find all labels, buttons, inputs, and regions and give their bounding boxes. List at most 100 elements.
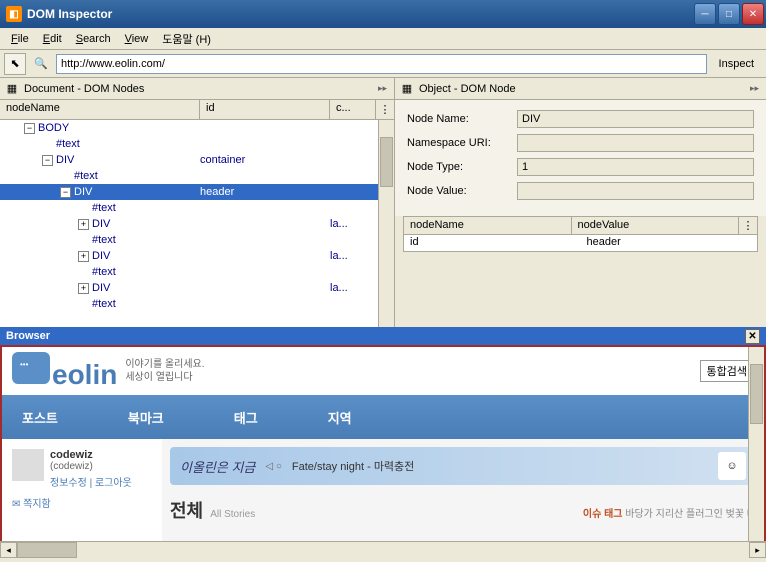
- section-subtitle: All Stories: [210, 509, 255, 520]
- banner-nav-icon[interactable]: ◁ ○: [265, 461, 282, 472]
- pointer-tool-icon[interactable]: ⬉: [4, 53, 26, 75]
- scroll-left-icon[interactable]: ◂: [0, 542, 17, 558]
- tree-node-name: DIV: [74, 186, 92, 198]
- attr-row[interactable]: idheader: [404, 235, 757, 251]
- nav-bookmark[interactable]: 북마크: [118, 408, 174, 427]
- tree-node-name: BODY: [38, 122, 69, 134]
- pane-nav-icon[interactable]: ▸▸: [375, 83, 390, 94]
- close-button[interactable]: ✕: [742, 3, 764, 25]
- tree-expander-icon[interactable]: +: [78, 251, 89, 262]
- node-properties: Node Name:DIV Namespace URI: Node Type:1…: [395, 100, 766, 216]
- prop-label-nodename: Node Name:: [407, 113, 517, 125]
- attributes-table: nodeName nodeValue ⋮ idheader: [403, 216, 758, 252]
- tree-node-name: #text: [74, 170, 98, 182]
- nav-post[interactable]: 포스트: [12, 408, 68, 427]
- left-pane-title: Document - DOM Nodes: [24, 83, 375, 95]
- tree-node-name: DIV: [92, 218, 110, 230]
- tree-expander-icon[interactable]: +: [78, 219, 89, 230]
- section-title: 전체: [170, 501, 203, 521]
- tree-row[interactable]: #text: [0, 296, 394, 312]
- tree-row[interactable]: +DIVla...: [0, 280, 394, 296]
- dom-tree[interactable]: −BODY#text−DIVcontainer#text−DIVheader#t…: [0, 120, 394, 327]
- tree-row[interactable]: #text: [0, 200, 394, 216]
- site-tagline: 이야기를 올리세요. 세상이 열립니다: [125, 358, 204, 384]
- prop-value-nodevalue[interactable]: [517, 182, 754, 200]
- tree-expander-icon[interactable]: +: [78, 283, 89, 294]
- tree-row[interactable]: #text: [0, 264, 394, 280]
- tree-node-name: #text: [92, 202, 116, 214]
- inspect-button[interactable]: Inspect: [711, 56, 762, 72]
- menu-help[interactable]: 도움말 (H): [155, 29, 218, 49]
- find-icon[interactable]: 🔍: [30, 53, 52, 75]
- banner-label: 이올린은 지금: [180, 457, 255, 476]
- tree-column-header: nodeName id c... ⋮: [0, 100, 394, 120]
- menu-file[interactable]: File: [4, 31, 36, 47]
- site-header: eolin 이야기를 올리세요. 세상이 열립니다 통합검색: [2, 347, 764, 395]
- unified-search-button[interactable]: 통합검색: [700, 360, 754, 382]
- issue-tags[interactable]: 이슈 태그 바당가 지리산 플러그인 벚꽃 태: [583, 505, 756, 520]
- tree-node-name: #text: [92, 266, 116, 278]
- col-id[interactable]: id: [200, 100, 330, 119]
- menu-view[interactable]: View: [118, 31, 156, 47]
- attr-col-name[interactable]: nodeName: [404, 217, 572, 234]
- tree-expander-icon[interactable]: −: [42, 155, 53, 166]
- window-title: DOM Inspector: [27, 7, 694, 21]
- pane-nav-icon[interactable]: ▸▸: [747, 83, 762, 94]
- prop-label-nodetype: Node Type:: [407, 161, 517, 173]
- app-icon: ◧: [6, 6, 22, 22]
- tree-node-class: la...: [330, 218, 377, 230]
- titlebar: ◧ DOM Inspector ─ □ ✕: [0, 0, 766, 28]
- tree-scrollbar[interactable]: [378, 120, 394, 327]
- column-picker-icon[interactable]: ⋮: [739, 217, 757, 234]
- browser-close-button[interactable]: ✕: [745, 329, 760, 344]
- nav-region[interactable]: 지역: [318, 408, 362, 427]
- prop-value-nsuri[interactable]: [517, 134, 754, 152]
- tree-row[interactable]: −DIVheader: [0, 184, 394, 200]
- browser-scrollbar-v[interactable]: [748, 347, 764, 541]
- user-links[interactable]: 정보수정 | 로그아웃: [50, 474, 132, 489]
- menu-edit[interactable]: Edit: [36, 31, 69, 47]
- tree-row[interactable]: #text: [0, 136, 394, 152]
- minimize-button[interactable]: ─: [694, 3, 716, 25]
- site-logo[interactable]: eolin: [12, 352, 117, 391]
- scroll-right-icon[interactable]: ▸: [749, 542, 766, 558]
- banner-thumb-icon[interactable]: ☺: [718, 452, 746, 480]
- object-icon[interactable]: ▦: [399, 81, 415, 97]
- browser-scrollbar-h[interactable]: ◂ ▸: [0, 541, 766, 558]
- username[interactable]: codewiz: [50, 449, 132, 461]
- attr-name: id: [404, 235, 581, 251]
- tree-node-name: DIV: [56, 154, 74, 166]
- tree-node-id: container: [200, 154, 330, 166]
- maximize-button[interactable]: □: [718, 3, 740, 25]
- url-input[interactable]: [56, 54, 707, 74]
- tree-row[interactable]: #text: [0, 232, 394, 248]
- tree-expander-icon[interactable]: −: [60, 187, 71, 198]
- menubar: File Edit Search View 도움말 (H): [0, 28, 766, 50]
- prop-value-nodename[interactable]: DIV: [517, 110, 754, 128]
- menu-search[interactable]: Search: [69, 31, 118, 47]
- site-main: 이올린은 지금 ◁ ○ Fate/stay night - 마력충전 ☺ 전체 …: [162, 439, 764, 541]
- col-class[interactable]: c...: [330, 100, 376, 119]
- avatar[interactable]: [12, 449, 44, 481]
- attr-value: header: [581, 235, 758, 251]
- tree-row[interactable]: +DIV la...: [0, 216, 394, 232]
- col-nodename[interactable]: nodeName: [0, 100, 200, 119]
- tree-row[interactable]: −BODY: [0, 120, 394, 136]
- message-link[interactable]: ✉ 쪽지함: [12, 495, 152, 510]
- tree-row[interactable]: #text: [0, 168, 394, 184]
- banner-text[interactable]: Fate/stay night - 마력충전: [292, 458, 414, 474]
- tree-icon[interactable]: ▦: [4, 81, 20, 97]
- tree-row[interactable]: +DIVla...: [0, 248, 394, 264]
- tree-node-class: la...: [330, 282, 377, 294]
- column-picker-icon[interactable]: ⋮: [376, 100, 394, 119]
- attr-col-value[interactable]: nodeValue: [572, 217, 740, 234]
- document-pane: ▦ Document - DOM Nodes ▸▸ nodeName id c.…: [0, 78, 395, 327]
- tree-node-name: DIV: [92, 250, 110, 262]
- prop-label-nodevalue: Node Value:: [407, 185, 517, 197]
- tree-row[interactable]: −DIV container: [0, 152, 394, 168]
- prop-value-nodetype[interactable]: 1: [517, 158, 754, 176]
- right-pane-title: Object - DOM Node: [419, 83, 747, 95]
- tree-expander-icon[interactable]: −: [24, 123, 35, 134]
- browser-header-label: Browser: [6, 330, 745, 342]
- nav-tag[interactable]: 태그: [224, 408, 268, 427]
